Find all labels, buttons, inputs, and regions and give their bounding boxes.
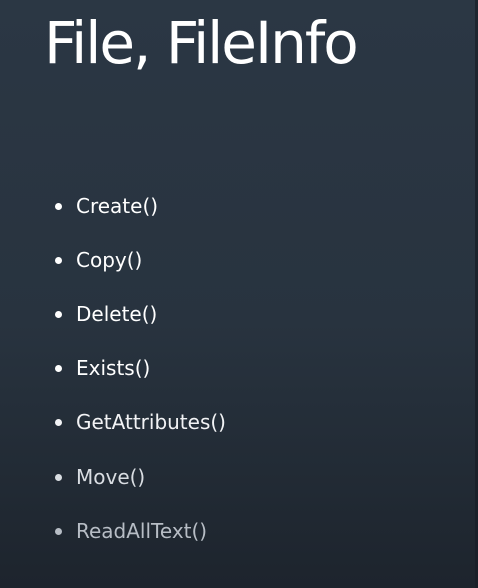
bullet-item-exists: Exists() — [50, 354, 150, 382]
bullet-text: Delete() — [76, 302, 158, 326]
bullet-item-delete: Delete() — [50, 300, 157, 328]
bullet-dot-icon — [55, 256, 62, 264]
bullet-item-copy: Copy() — [50, 246, 142, 274]
bullet-text: GetAttributes() — [76, 410, 226, 434]
bullet-item-getattributes: GetAttributes() — [50, 408, 226, 436]
bullet-text: Move() — [76, 465, 146, 489]
bullet-text: Copy() — [76, 248, 143, 272]
bullet-text: Exists() — [76, 356, 151, 380]
bullet-dot-icon — [55, 310, 62, 318]
bullet-dot-icon — [55, 364, 62, 372]
bullet-text: Create() — [76, 194, 159, 218]
bullet-text: ReadAllText() — [76, 519, 208, 543]
presentation-slide: File, FileInfo Create() Copy() Delete() … — [0, 0, 478, 588]
bullet-item-readalltext: ReadAllText() — [50, 517, 207, 545]
slide-title: File, FileInfo — [44, 9, 359, 77]
bullet-dot-icon — [55, 418, 62, 426]
bullet-item-move: Move() — [50, 463, 145, 491]
bullet-dot-icon — [55, 527, 62, 535]
bullet-item-create: Create() — [50, 192, 158, 220]
bullet-dot-icon — [55, 473, 62, 481]
bullet-dot-icon — [55, 202, 62, 210]
